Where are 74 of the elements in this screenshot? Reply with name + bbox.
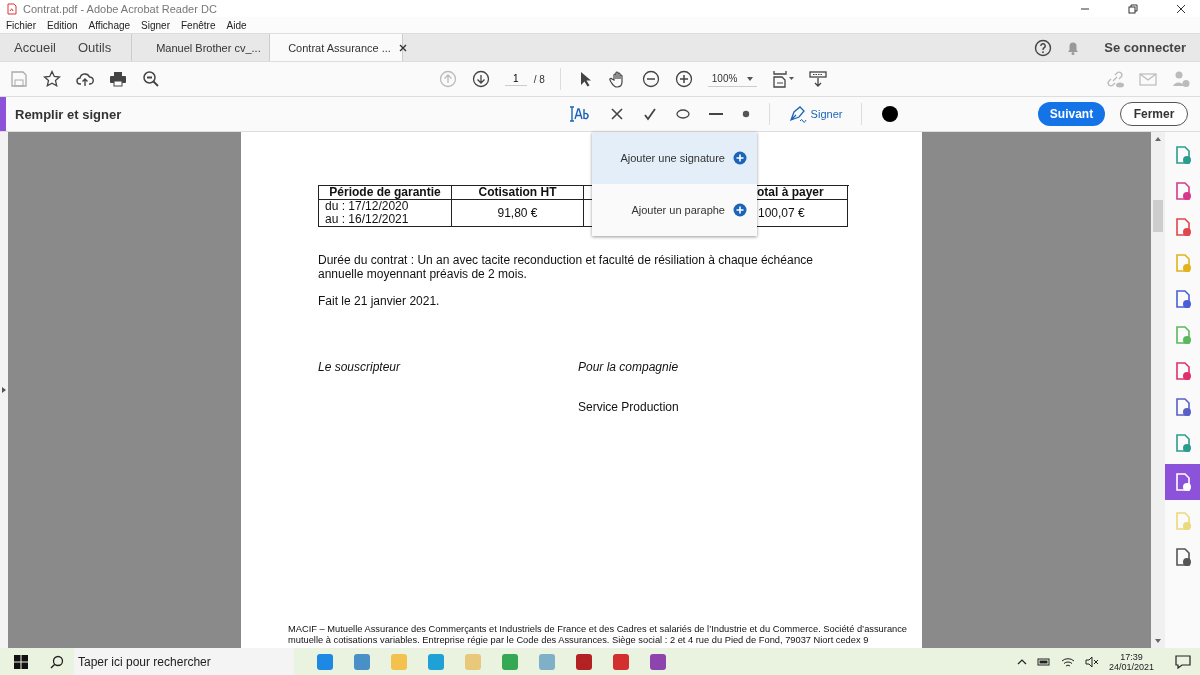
menu-item[interactable]: Signer [141, 19, 170, 31]
scroll-mode-icon[interactable] [809, 70, 828, 88]
menu-item[interactable]: Fenêtre [181, 19, 216, 31]
footer-text: MACIF – Mutuelle Assurance des Commerçants et Industriels de France et des Cadres et salariés de l’Industrie et du Commerce. Société d’assurance mutuelle à cotisations variables. Entreprise régie par le Code des Assurances. Siège social : 2 et 4 rue du Pied de Fond, 79037 Niort cedex 9 [288, 624, 909, 646]
zoom-dropdown[interactable]: 100% [707, 71, 758, 87]
chevron-up-icon[interactable] [1016, 658, 1027, 665]
caret-icon [747, 75, 754, 82]
app-icon[interactable] [352, 651, 372, 672]
menu-item[interactable]: Aide [226, 19, 247, 31]
table-cell: 91,80 € [452, 200, 584, 227]
tool-button[interactable] [1165, 464, 1200, 500]
close-button[interactable]: Fermer [1120, 102, 1188, 126]
search-icon[interactable] [50, 654, 64, 669]
speaker-muted-icon[interactable] [1084, 654, 1099, 669]
pen-icon [788, 105, 807, 123]
app-icon[interactable] [315, 651, 335, 672]
cross-mark-icon[interactable] [609, 107, 624, 121]
nav-tab[interactable]: Accueil [0, 40, 56, 55]
menu-item[interactable]: Edition [47, 19, 78, 31]
zoom-in-icon[interactable] [674, 70, 693, 88]
scroll-down-icon[interactable] [1155, 638, 1161, 644]
app-icon[interactable] [426, 651, 446, 672]
sign-in-link[interactable]: Se connecter [1104, 40, 1186, 55]
app-icon[interactable] [500, 651, 520, 672]
next-button[interactable]: Suivant [1038, 102, 1105, 126]
subscriber-label: Le souscripteur [318, 360, 402, 374]
plus-icon [733, 151, 747, 165]
search-icon[interactable] [142, 70, 160, 88]
search-field[interactable]: Taper ici pour rechercher [74, 648, 294, 675]
scroll-up-icon[interactable] [1155, 136, 1161, 142]
dot-icon[interactable] [741, 110, 750, 118]
company-label: Pour la compagnie [578, 360, 680, 374]
print-icon[interactable] [109, 70, 127, 88]
arrow-down-icon[interactable] [471, 70, 490, 88]
window-title: Contrat.pdf - Adobe Acrobat Reader DC [23, 2, 217, 15]
expand-icon[interactable] [1, 387, 7, 393]
text-tool-icon[interactable] [568, 105, 591, 123]
zoom-out-icon[interactable] [641, 70, 660, 88]
document-tab[interactable]: Contrat Assurance ... [270, 34, 404, 61]
table-cell: du : 17/12/2020 au : 16/12/2021 [319, 200, 452, 227]
app-icon[interactable] [648, 651, 668, 672]
close-icon[interactable] [398, 43, 407, 52]
menu-item[interactable]: Ajouter une signature [592, 132, 757, 184]
restore-icon[interactable] [1128, 3, 1138, 14]
clock-time[interactable]: 17:39 [1120, 651, 1143, 662]
service-label: Service Production [578, 400, 680, 414]
page-count: / 8 [533, 73, 545, 85]
windows-start-icon[interactable] [14, 654, 28, 669]
contract-duration-text: Durée du contrat : Un an avec tacite reconduction et faculté de résiliation à chaque échéance annuelle moyennant préavis de 2 mois. [318, 253, 814, 281]
star-icon[interactable] [43, 70, 61, 88]
panel-accent-bar [0, 97, 6, 131]
plus-icon [733, 203, 747, 217]
ellipse-icon[interactable] [675, 107, 690, 121]
close-icon[interactable] [1176, 3, 1186, 14]
nav-tab[interactable]: Outils [63, 34, 133, 61]
date-text: Fait le 21 janvier 2021. [318, 294, 441, 308]
scroll-thumb[interactable] [1153, 200, 1163, 232]
sign-button[interactable]: Signer [788, 105, 843, 123]
fit-page-icon[interactable] [772, 70, 795, 88]
notification-icon[interactable] [1174, 652, 1192, 671]
color-swatch-icon[interactable] [881, 105, 900, 123]
clock-date[interactable]: 24/01/2021 [1108, 661, 1154, 672]
table-header: Cotisation HT [452, 186, 584, 200]
table-header: Période de garantie [319, 186, 452, 200]
check-mark-icon[interactable] [642, 107, 657, 121]
scrollbar[interactable] [1151, 132, 1165, 648]
page-number-field[interactable]: 1 [504, 72, 527, 86]
app-icon[interactable] [574, 651, 594, 672]
help-icon[interactable] [1034, 38, 1053, 57]
app-icon[interactable] [611, 651, 631, 672]
panel-title: Remplir et signer [15, 106, 123, 122]
cloud-upload-icon[interactable] [76, 70, 94, 88]
menu-item[interactable]: Affichage [88, 19, 131, 31]
menu-item[interactable]: Fichier [6, 19, 36, 31]
